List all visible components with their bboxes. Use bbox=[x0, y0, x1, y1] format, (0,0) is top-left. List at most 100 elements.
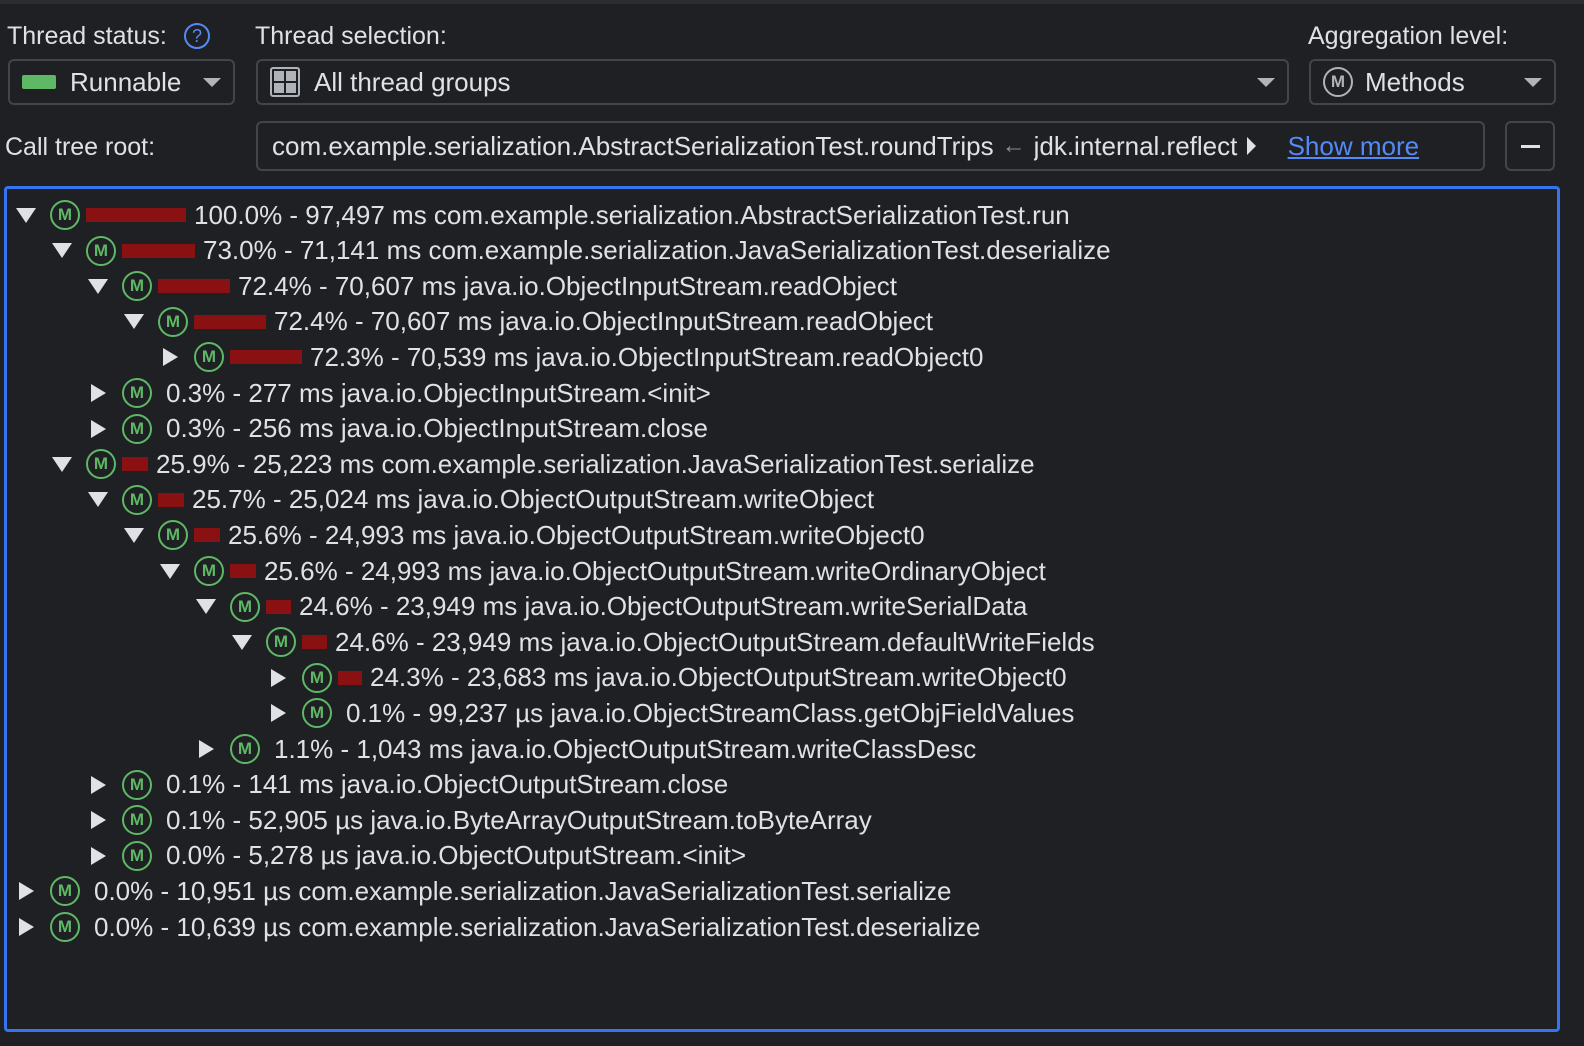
aggregation-label: Aggregation level: bbox=[1308, 22, 1509, 50]
collapsed-arrow-icon[interactable] bbox=[271, 668, 286, 687]
tree-row[interactable]: M 72.4% - 70,607 ms java.io.ObjectInputSt… bbox=[88, 268, 897, 304]
root-path-text: com.example.serialization.AbstractSerial… bbox=[272, 130, 994, 161]
collapsed-arrow-icon[interactable] bbox=[91, 775, 106, 794]
tree-row[interactable]: M 25.7% - 25,024 ms java.io.ObjectOutputS… bbox=[88, 482, 874, 518]
expanded-arrow-icon[interactable] bbox=[88, 492, 108, 508]
tree-row[interactable]: M 0.1% - 99,237 µs java.io.ObjectStreamCl… bbox=[268, 695, 1074, 731]
tree-row-text: 72.3% - 70,539 ms java.io.ObjectInputStr… bbox=[310, 341, 984, 372]
aggregation-value: Methods bbox=[1365, 66, 1465, 97]
tree-row[interactable]: M 73.0% - 71,141 ms com.example.serializa… bbox=[52, 233, 1111, 269]
tree-row-text: 25.6% - 24,993 ms java.io.ObjectOutputSt… bbox=[264, 555, 1046, 586]
collapsed-arrow-icon[interactable] bbox=[91, 846, 106, 865]
collapsed-arrow-icon[interactable] bbox=[91, 419, 106, 438]
expanded-arrow-icon[interactable] bbox=[196, 599, 216, 615]
method-icon: M bbox=[50, 200, 80, 230]
expanded-arrow-icon[interactable] bbox=[52, 243, 72, 259]
call-tree-root-path: com.example.serialization.AbstractSerial… bbox=[256, 121, 1485, 171]
thread-status-dropdown[interactable]: Runnable bbox=[8, 59, 235, 105]
method-icon: M bbox=[122, 271, 152, 302]
root-path-next: jdk.internal.reflect bbox=[1033, 130, 1238, 161]
method-icon: M bbox=[230, 734, 260, 764]
collapsed-arrow-icon[interactable] bbox=[19, 882, 34, 901]
question-circle-icon[interactable]: ? bbox=[184, 23, 210, 49]
tree-row[interactable]: M 1.1% - 1,043 ms java.io.ObjectOutputStr… bbox=[196, 731, 976, 767]
time-bar bbox=[86, 208, 186, 222]
chevron-down-icon bbox=[1524, 78, 1542, 87]
collapsed-arrow-icon[interactable] bbox=[199, 740, 214, 758]
tree-row[interactable]: M 0.1% - 52,905 µs java.io.ByteArrayOutpu… bbox=[88, 802, 872, 838]
tree-row[interactable]: M 0.0% - 5,278 µs java.io.ObjectOutputStr… bbox=[88, 838, 746, 874]
method-icon: M bbox=[158, 306, 188, 337]
runnable-swatch-icon bbox=[22, 75, 56, 89]
tree-row-text: 73.0% - 71,141 ms com.example.serializat… bbox=[203, 235, 1111, 266]
time-bar bbox=[158, 279, 230, 294]
tree-row[interactable]: M 72.3% - 70,539 ms java.io.ObjectInputSt… bbox=[160, 339, 983, 375]
tree-row-text: 0.3% - 256 ms java.io.ObjectInputStream.… bbox=[166, 413, 708, 444]
expanded-arrow-icon[interactable] bbox=[124, 314, 144, 330]
time-bar bbox=[122, 243, 195, 258]
show-more-link[interactable]: Show more bbox=[1288, 131, 1420, 162]
thread-status-label: Thread status: bbox=[7, 22, 167, 50]
tree-row[interactable]: M 100.0% - 97,497 ms com.example.serializ… bbox=[16, 197, 1070, 233]
tree-row-text: 0.3% - 277 ms java.io.ObjectInputStream.… bbox=[166, 377, 711, 408]
expanded-arrow-icon[interactable] bbox=[124, 527, 144, 543]
arrow-left-icon: ← bbox=[1001, 132, 1026, 159]
method-icon: M bbox=[122, 805, 152, 836]
method-icon: M bbox=[266, 627, 296, 658]
triangle-right-icon[interactable] bbox=[1246, 137, 1256, 155]
tree-row[interactable]: M 24.3% - 23,683 ms java.io.ObjectOutputS… bbox=[268, 660, 1067, 696]
method-icon: M bbox=[122, 769, 152, 800]
tree-row[interactable]: M 0.0% - 10,639 µs com.example.serializat… bbox=[16, 909, 980, 945]
tree-row[interactable]: M 24.6% - 23,949 ms java.io.ObjectOutputS… bbox=[196, 589, 1027, 625]
expanded-arrow-icon[interactable] bbox=[52, 456, 72, 472]
aggregation-dropdown[interactable]: M Methods bbox=[1309, 59, 1556, 105]
collapsed-arrow-icon[interactable] bbox=[91, 811, 106, 830]
collapse-button[interactable] bbox=[1505, 121, 1555, 171]
tree-row[interactable]: M 24.6% - 23,949 ms java.io.ObjectOutputS… bbox=[232, 624, 1095, 660]
tree-row-text: 0.1% - 141 ms java.io.ObjectOutputStream… bbox=[166, 769, 729, 800]
thread-status-value: Runnable bbox=[70, 66, 182, 97]
thread-selection-dropdown[interactable]: All thread groups bbox=[256, 59, 1289, 105]
collapsed-arrow-icon[interactable] bbox=[271, 704, 286, 723]
chevron-down-icon bbox=[203, 78, 221, 87]
time-bar bbox=[266, 599, 291, 614]
time-bar bbox=[230, 350, 302, 365]
tree-row-text: 72.4% - 70,607 ms java.io.ObjectInputStr… bbox=[274, 306, 934, 337]
tree-row-text: 24.6% - 23,949 ms java.io.ObjectOutputSt… bbox=[335, 626, 1095, 657]
expanded-arrow-icon[interactable] bbox=[232, 634, 252, 650]
time-bar bbox=[194, 314, 266, 329]
tree-row-text: 1.1% - 1,043 ms java.io.ObjectOutputStre… bbox=[274, 733, 977, 764]
method-icon: M bbox=[302, 662, 332, 693]
tree-row[interactable]: M 0.3% - 277 ms java.io.ObjectInputStream… bbox=[88, 375, 711, 411]
method-icon: M bbox=[230, 591, 260, 622]
tree-row[interactable]: M 25.9% - 25,223 ms com.example.serializa… bbox=[52, 446, 1035, 482]
thread-selection-label: Thread selection: bbox=[255, 22, 447, 50]
tree-row[interactable]: M 25.6% - 24,993 ms java.io.ObjectOutputS… bbox=[160, 553, 1046, 589]
expanded-arrow-icon[interactable] bbox=[160, 563, 180, 579]
tree-row[interactable]: M 72.4% - 70,607 ms java.io.ObjectInputSt… bbox=[124, 304, 933, 340]
tree-row[interactable]: M 0.1% - 141 ms java.io.ObjectOutputStrea… bbox=[88, 767, 728, 803]
method-icon: M bbox=[122, 378, 152, 408]
tree-row-text: 25.9% - 25,223 ms com.example.serializat… bbox=[156, 448, 1035, 479]
tree-row[interactable]: M 0.3% - 256 ms java.io.ObjectInputStream… bbox=[88, 411, 708, 447]
collapsed-arrow-icon[interactable] bbox=[19, 918, 34, 936]
expanded-arrow-icon[interactable] bbox=[88, 278, 108, 294]
tree-row[interactable]: M 25.6% - 24,993 ms java.io.ObjectOutputS… bbox=[124, 517, 925, 553]
call-tree[interactable]: M 100.0% - 97,497 ms com.example.serializ… bbox=[4, 186, 1560, 1032]
collapsed-arrow-icon[interactable] bbox=[163, 348, 178, 367]
tree-row-text: 24.3% - 23,683 ms java.io.ObjectOutputSt… bbox=[370, 662, 1067, 693]
time-bar bbox=[338, 670, 362, 685]
chevron-down-icon bbox=[1257, 78, 1275, 87]
expanded-arrow-icon[interactable] bbox=[16, 207, 36, 223]
tree-row[interactable]: M 0.0% - 10,951 µs com.example.serializat… bbox=[16, 873, 952, 909]
call-tree-root-label: Call tree root: bbox=[5, 133, 156, 161]
tree-row-text: 0.1% - 99,237 µs java.io.ObjectStreamCla… bbox=[346, 697, 1075, 728]
time-bar bbox=[158, 492, 184, 507]
tree-row-text: 0.1% - 52,905 µs java.io.ByteArrayOutput… bbox=[166, 804, 872, 835]
method-icon: M bbox=[1323, 67, 1353, 97]
collapsed-arrow-icon[interactable] bbox=[91, 384, 106, 402]
method-icon: M bbox=[50, 876, 80, 907]
time-bar bbox=[122, 457, 148, 472]
tree-row-text: 0.0% - 5,278 µs java.io.ObjectOutputStre… bbox=[166, 840, 747, 871]
method-icon: M bbox=[122, 413, 152, 444]
